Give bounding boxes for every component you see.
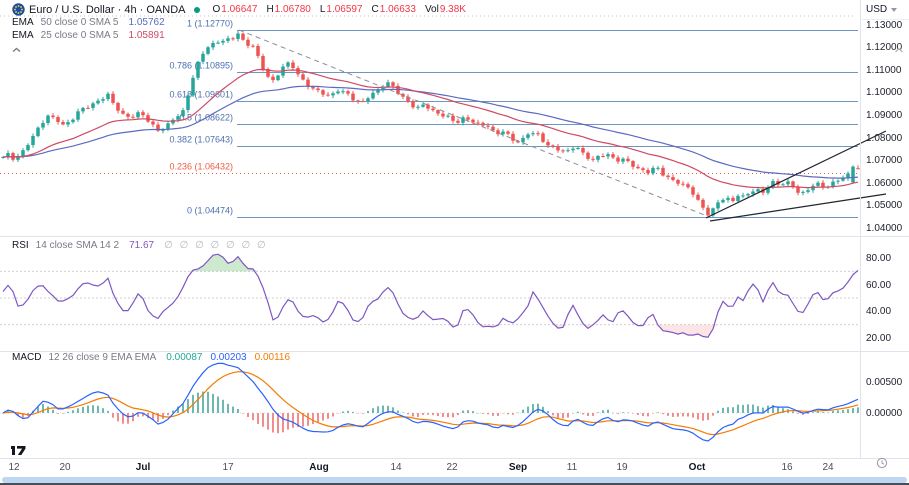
symbol-title: Euro / U.S. Dollar · 4h · OANDA bbox=[29, 3, 186, 16]
time-tick-label: 22 bbox=[446, 462, 458, 473]
time-tick-label: 19 bbox=[616, 462, 628, 473]
rsi-empty-values: ∅ ∅ ∅ ∅ ∅ ∅ ∅ bbox=[164, 240, 268, 251]
rsi-value: 71.67 bbox=[129, 240, 155, 251]
time-tick-label: Sep bbox=[508, 462, 528, 473]
svg-text:1 (1.12770): 1 (1.12770) bbox=[187, 19, 233, 29]
volume-readout: Vol 9.38K bbox=[424, 4, 466, 15]
ema50-line[interactable] bbox=[2, 85, 859, 179]
rsi-tick-label: 40.00 bbox=[866, 306, 892, 317]
ema25-value: 1.05891 bbox=[128, 30, 165, 41]
rsi-tick-label: 80.00 bbox=[866, 253, 892, 264]
axis-scroll-up-icon[interactable] bbox=[894, 41, 904, 59]
macd-plot[interactable] bbox=[2, 362, 859, 442]
time-tick-label: 24 bbox=[822, 462, 834, 473]
price-tick-label: 1.13000 bbox=[866, 20, 903, 31]
time-axis[interactable]: 12 20 Jul 17 Aug 14 22 Sep 11 19 Oct 16 24 bbox=[0, 459, 860, 477]
macd-tick-label: 0.00500 bbox=[866, 377, 903, 388]
fib-retracement[interactable]: 1 (1.12770) 0.786 (1.10895) 0.618 (1.09601… bbox=[0, 19, 858, 218]
ema50-value: 1.05762 bbox=[128, 17, 165, 28]
market-status-icon bbox=[193, 6, 200, 13]
svg-text:0.786 (1.10895): 0.786 (1.10895) bbox=[169, 61, 233, 71]
rsi-params: 14 close SMA 14 2 bbox=[35, 240, 120, 251]
ema25-line[interactable] bbox=[2, 68, 859, 189]
price-tick-label: 1.10000 bbox=[866, 87, 903, 98]
macd-tick-label: 0.00000 bbox=[866, 408, 903, 419]
svg-text:0.236 (1.06432): 0.236 (1.06432) bbox=[169, 162, 233, 172]
rsi-tick-label: 60.00 bbox=[866, 280, 892, 291]
chevron-up-icon bbox=[12, 47, 20, 52]
rsi-legend[interactable]: RSI 14 close SMA 14 2 71.67 ∅ ∅ ∅ ∅ ∅ ∅ … bbox=[12, 240, 268, 251]
rsi-tick-label: 20.00 bbox=[866, 333, 892, 344]
ema25-legend[interactable]: EMA 25 close 0 SMA 5 1.05891 bbox=[12, 30, 165, 41]
axis-currency-label: USD bbox=[866, 4, 888, 15]
axis-currency-toggle[interactable]: USD bbox=[862, 0, 909, 20]
price-tick-label: 1.11000 bbox=[866, 65, 902, 76]
svg-text:0 (1.04474): 0 (1.04474) bbox=[187, 206, 233, 216]
time-tick-label: 16 bbox=[781, 462, 793, 473]
ohlc-high: H 1.06780 bbox=[266, 4, 311, 15]
price-tick-label: 1.05000 bbox=[866, 200, 903, 211]
ema25-name: EMA bbox=[12, 30, 34, 41]
macd-legend[interactable]: MACD 12 26 close 9 EMA EMA 0.00087 0.002… bbox=[12, 352, 290, 363]
chevron-down-icon bbox=[891, 7, 898, 12]
time-tick-label: 17 bbox=[222, 462, 234, 473]
price-axis[interactable]: USD 1.13000 1.12000 1.11000 1.10000 1.09000 1… bbox=[862, 0, 909, 477]
time-tick-label: 12 bbox=[8, 462, 20, 473]
time-tick-label: 11 bbox=[566, 462, 578, 473]
price-tick-label: 1.08000 bbox=[866, 133, 903, 144]
ohlc-low: L 1.06597 bbox=[319, 4, 363, 15]
symbol-legend[interactable]: Euro / U.S. Dollar · 4h · OANDA O 1.06647… bbox=[12, 3, 466, 16]
time-tick-label: 14 bbox=[390, 462, 402, 473]
ema50-legend[interactable]: EMA 50 close 0 SMA 5 1.05762 bbox=[12, 17, 165, 28]
clock-icon[interactable] bbox=[876, 457, 888, 469]
macd-signal-value: 0.00116 bbox=[254, 352, 291, 363]
ema50-name: EMA bbox=[12, 17, 34, 28]
ohlc-close: C 1.06633 bbox=[371, 4, 416, 15]
chart-window: 1 (1.12770) 0.786 (1.10895) 0.618 (1.09601… bbox=[0, 0, 909, 485]
macd-params: 12 26 close 9 EMA EMA bbox=[48, 352, 157, 363]
rising-wedge-upper[interactable] bbox=[705, 130, 887, 219]
rsi-name: RSI bbox=[12, 240, 29, 251]
price-tick-label: 1.09000 bbox=[866, 110, 903, 121]
price-tick-label: 1.07000 bbox=[866, 155, 903, 166]
svg-text:0.618 (1.09601): 0.618 (1.09601) bbox=[169, 90, 233, 100]
ohlc-open: O 1.06647 bbox=[212, 4, 258, 15]
time-tick-label: Oct bbox=[688, 462, 706, 473]
macd-name: MACD bbox=[12, 352, 42, 363]
eur-flag-icon bbox=[12, 3, 25, 16]
time-tick-label: 20 bbox=[59, 462, 71, 473]
macd-hist-value: 0.00087 bbox=[166, 352, 203, 363]
time-tick-label: Jul bbox=[135, 462, 151, 473]
macd-line-value: 0.00203 bbox=[210, 352, 247, 363]
legend-collapse-button[interactable] bbox=[8, 44, 24, 55]
svg-text:0.382 (1.07643): 0.382 (1.07643) bbox=[169, 135, 233, 145]
tradingview-logo[interactable] bbox=[10, 443, 30, 457]
ema50-params: 50 close 0 SMA 5 bbox=[40, 17, 119, 28]
time-tick-label: Aug bbox=[309, 462, 329, 473]
ema25-params: 25 close 0 SMA 5 bbox=[40, 30, 119, 41]
price-tick-label: 1.06000 bbox=[866, 178, 903, 189]
price-tick-label: 1.04000 bbox=[866, 223, 903, 234]
